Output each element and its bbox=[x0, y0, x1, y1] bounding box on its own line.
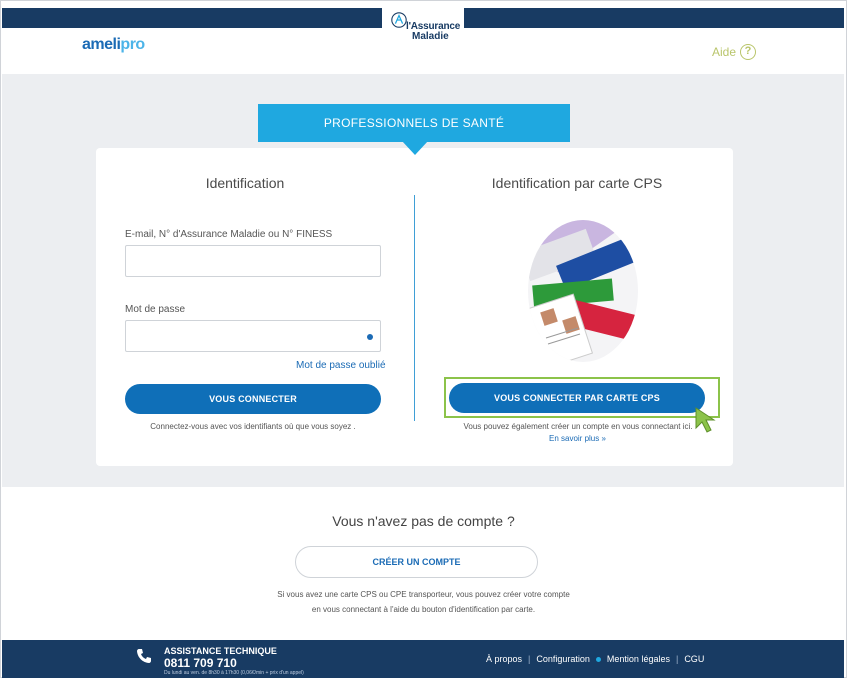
brand-pro: pro bbox=[120, 36, 145, 53]
assistance-title: ASSISTANCE TECHNIQUE bbox=[164, 646, 277, 656]
learn-more-link[interactable]: En savoir plus » bbox=[549, 434, 606, 443]
footer-link-about[interactable]: À propos bbox=[486, 654, 522, 664]
forgot-password-link[interactable]: Mot de passe oublié bbox=[296, 360, 386, 371]
assurance-maladie-logo[interactable]: l'Assurance Maladie bbox=[382, 4, 464, 46]
phone-icon bbox=[137, 649, 151, 663]
email-field[interactable] bbox=[125, 245, 381, 277]
brand-main: ameli bbox=[82, 36, 121, 53]
password-field[interactable] bbox=[125, 320, 381, 352]
footer-link-configuration[interactable]: Configuration bbox=[536, 654, 590, 664]
footer-separator: | bbox=[528, 654, 531, 664]
signup-info-line-2: en vous connectant à l'aide du bouton d'… bbox=[311, 605, 536, 614]
footer-bullet-icon bbox=[595, 656, 601, 662]
show-password-icon[interactable] bbox=[367, 334, 373, 340]
help-link[interactable]: Aide ? bbox=[712, 44, 757, 60]
site-footer: ASSISTANCE TECHNIQUE 0811 709 710 Du lun… bbox=[2, 640, 844, 678]
logo-line-2: Maladie bbox=[412, 31, 449, 42]
assistance-hours: Du lundi au ven. de 8h30 à 17h30 (0,06€/… bbox=[164, 670, 304, 676]
email-label: E-mail, N° d'Assurance Maladie ou N° FIN… bbox=[125, 229, 333, 240]
footer-links: À propos | Configuration Mention légales… bbox=[486, 654, 704, 664]
login-title: Identification bbox=[205, 175, 285, 191]
footer-link-cgu[interactable]: CGU bbox=[684, 654, 704, 664]
banner-title: PROFESSIONNELS DE SANTÉ bbox=[258, 104, 570, 142]
footer-separator: | bbox=[675, 654, 679, 664]
cps-hint: Vous pouvez également créer un compte en… bbox=[463, 422, 693, 431]
help-label: Aide bbox=[712, 45, 737, 59]
assistance-phone[interactable]: 0811 709 710 bbox=[164, 656, 237, 670]
amelipro-logo[interactable]: amelipro bbox=[82, 36, 145, 54]
login-hint: Connectez-vous avec vos identifiants où … bbox=[150, 422, 356, 431]
footer-link-legal[interactable]: Mention légales bbox=[607, 654, 670, 664]
cps-button-highlight bbox=[444, 377, 720, 418]
create-account-button[interactable]: CRÉER UN COMPTE bbox=[295, 546, 538, 578]
password-label: Mot de passe bbox=[125, 304, 186, 315]
login-button[interactable]: VOUS CONNECTER bbox=[125, 384, 381, 414]
cps-title: Identification par carte CPS bbox=[491, 175, 663, 191]
column-divider bbox=[414, 195, 415, 421]
no-account-heading: Vous n'avez pas de compte ? bbox=[332, 513, 515, 529]
help-icon: ? bbox=[740, 44, 757, 60]
signup-info-line-1: Si vous avez une carte CPS ou CPE transp… bbox=[277, 590, 570, 599]
banner-arrow bbox=[402, 141, 428, 155]
cps-card-illustration bbox=[528, 220, 638, 362]
